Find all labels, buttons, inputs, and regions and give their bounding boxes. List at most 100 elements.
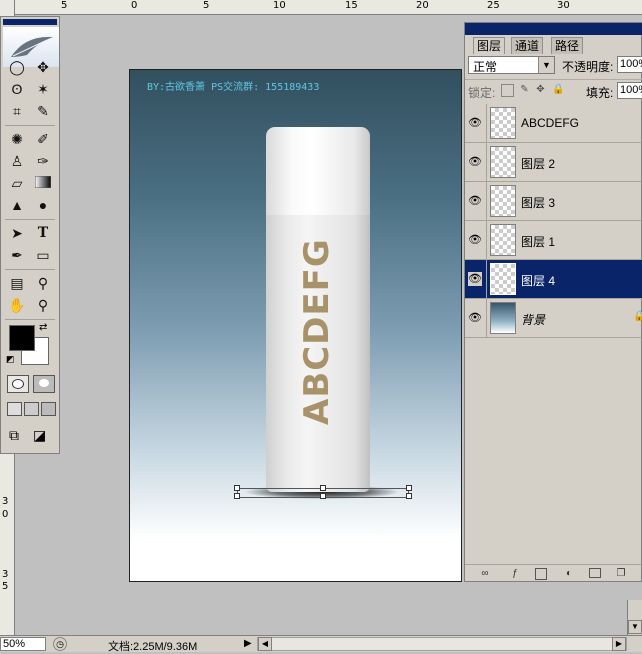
brush-tool-icon[interactable]: ✐ — [33, 129, 53, 149]
transform-handle[interactable] — [320, 493, 326, 499]
eye-icon[interactable]: 👁 — [468, 311, 482, 325]
notes-tool-icon[interactable]: ▤ — [7, 273, 27, 293]
blend-mode-value: 正常 — [473, 60, 498, 74]
opacity-input[interactable]: 100% — [617, 56, 642, 73]
history-brush-tool-icon[interactable]: ✑ — [33, 151, 53, 171]
blend-mode-select[interactable]: 正常 ▼ — [468, 56, 555, 74]
ruler-label: 15 — [345, 0, 358, 11]
transform-handle[interactable] — [234, 493, 240, 499]
lasso-tool-icon[interactable]: ʘ — [7, 79, 27, 99]
eye-icon[interactable]: 👁 — [468, 272, 482, 286]
zoom-level-field[interactable]: 50% — [0, 637, 46, 651]
default-colors-icon[interactable]: ◩ — [6, 354, 15, 365]
ruler-label: 5 — [61, 0, 68, 11]
layer-thumbnail — [490, 107, 516, 139]
layer-row[interactable]: 👁 图层 3 — [465, 182, 642, 221]
transform-handle[interactable] — [320, 485, 326, 491]
eraser-tool-icon[interactable]: ▱ — [7, 173, 27, 193]
vertical-scrollbar[interactable]: ▼ — [627, 600, 642, 635]
foreground-color-front[interactable] — [9, 325, 35, 351]
blur-tool-icon[interactable]: ▲ — [7, 195, 27, 215]
new-group-icon[interactable] — [589, 568, 601, 578]
ruler-label: 5 — [203, 0, 210, 11]
layer-thumbnail — [490, 263, 516, 295]
slice-tool-icon[interactable]: ✎ — [33, 101, 53, 121]
tab-paths[interactable]: 路径 — [551, 37, 584, 54]
lock-icon: 🔒 — [633, 311, 642, 322]
lock-pixels-icon[interactable]: ✎ — [519, 84, 530, 95]
transform-handle[interactable] — [234, 485, 240, 491]
tab-layers[interactable]: 图层 — [473, 37, 506, 54]
eye-icon[interactable]: 👁 — [468, 233, 482, 247]
scroll-left-icon[interactable]: ◀ — [258, 637, 272, 651]
fill-label: 填充: — [586, 86, 614, 100]
toolbox-divider — [5, 219, 55, 220]
eye-icon[interactable]: 👁 — [468, 155, 482, 169]
type-tool-icon[interactable]: T — [33, 223, 53, 243]
screen-mode-full-icon[interactable] — [41, 402, 56, 416]
toolbox-titlebar[interactable] — [3, 19, 57, 25]
link-layers-icon[interactable]: ∞ — [479, 568, 491, 580]
new-layer-icon[interactable]: ❐ — [615, 568, 627, 580]
layer-row[interactable]: 👁 ABCDEFG — [465, 104, 642, 143]
ruler-label: 20 — [416, 0, 429, 11]
toolbox-divider — [5, 125, 55, 126]
standard-mode-button[interactable] — [7, 375, 29, 393]
layer-row-selected[interactable]: 👁 图层 4 — [465, 260, 642, 299]
lock-transparency-icon[interactable] — [501, 84, 514, 97]
screen-mode-standard-icon[interactable] — [7, 402, 22, 416]
pen-tool-icon[interactable]: ✒ — [7, 245, 27, 265]
shape-tool-icon[interactable]: ▭ — [33, 245, 53, 265]
ruler-label: 0 — [131, 0, 138, 11]
transform-handle[interactable] — [406, 493, 412, 499]
ruler-label: 25 — [487, 0, 500, 11]
imageready-icon[interactable]: ◪ — [33, 427, 46, 444]
marquee-tool-icon[interactable]: ◯ — [7, 57, 27, 77]
document-size-info: 文档:2.25M/9.36M — [108, 641, 198, 653]
fill-input[interactable]: 100% — [617, 82, 642, 99]
layer-name: 图层 3 — [521, 196, 556, 210]
layer-thumbnail — [490, 185, 516, 217]
zoom-tool-icon[interactable]: ⚲ — [33, 295, 53, 315]
eye-icon[interactable]: 👁 — [468, 116, 482, 130]
dodge-tool-icon[interactable]: ● — [33, 195, 53, 215]
adjustment-layer-icon[interactable]: ◐ — [563, 568, 575, 580]
layer-row[interactable]: 👁 背景 🔒 — [465, 299, 642, 338]
chevron-down-icon[interactable]: ▼ — [538, 57, 554, 73]
layers-panel-titlebar[interactable] — [465, 23, 642, 35]
lock-all-icon[interactable]: 🔒 — [552, 84, 564, 95]
crop-tool-icon[interactable]: ⌗ — [7, 101, 27, 121]
lock-position-icon[interactable]: ✥ — [535, 84, 546, 95]
lock-label: 锁定: — [468, 86, 496, 100]
move-tool-icon[interactable]: ✥ — [33, 57, 53, 77]
healing-brush-tool-icon[interactable]: ✺ — [7, 129, 27, 149]
eye-icon[interactable]: 👁 — [468, 194, 482, 208]
transform-bounding-box[interactable] — [234, 485, 412, 499]
document-canvas[interactable]: BY:古欲香萧 PS交流群: 155189433 ABCDEFG — [129, 69, 462, 582]
layer-row[interactable]: 👁 图层 2 — [465, 143, 642, 182]
path-select-tool-icon[interactable]: ➤ — [7, 223, 27, 243]
status-menu-arrow-icon[interactable]: ▶ — [244, 638, 252, 649]
horizontal-scrollbar[interactable]: ◀ ▶ — [257, 637, 627, 651]
scroll-down-icon[interactable]: ▼ — [628, 620, 642, 634]
add-mask-icon[interactable] — [535, 568, 547, 580]
quickmask-mode-button[interactable] — [33, 375, 55, 393]
transform-handle[interactable] — [406, 485, 412, 491]
ruler-label: 30 — [557, 0, 570, 11]
layer-style-icon[interactable]: ƒ — [509, 568, 521, 580]
gradient-tool-icon[interactable] — [33, 173, 53, 193]
layers-panel-tabs: 图层 通道 路径 — [465, 37, 642, 54]
magic-wand-tool-icon[interactable]: ✶ — [33, 79, 53, 99]
clone-stamp-tool-icon[interactable]: ♙ — [7, 151, 27, 171]
eyedropper-tool-icon[interactable]: ⚲ — [33, 273, 53, 293]
scroll-right-icon[interactable]: ▶ — [612, 637, 626, 651]
swap-colors-icon[interactable]: ⇄ — [39, 322, 47, 333]
screen-mode-full-menu-icon[interactable] — [24, 402, 39, 416]
jump-to-imageready-icon[interactable]: ⧉ — [9, 427, 19, 444]
lock-row: 锁定: ✎ ✥ 🔒 填充: 100% — [465, 79, 642, 102]
status-icon[interactable]: ◷ — [53, 637, 67, 651]
layer-row[interactable]: 👁 图层 1 — [465, 221, 642, 260]
tab-channels[interactable]: 通道 — [511, 37, 544, 54]
bottle-cap[interactable] — [266, 127, 370, 215]
hand-tool-icon[interactable]: ✋ — [7, 295, 27, 315]
